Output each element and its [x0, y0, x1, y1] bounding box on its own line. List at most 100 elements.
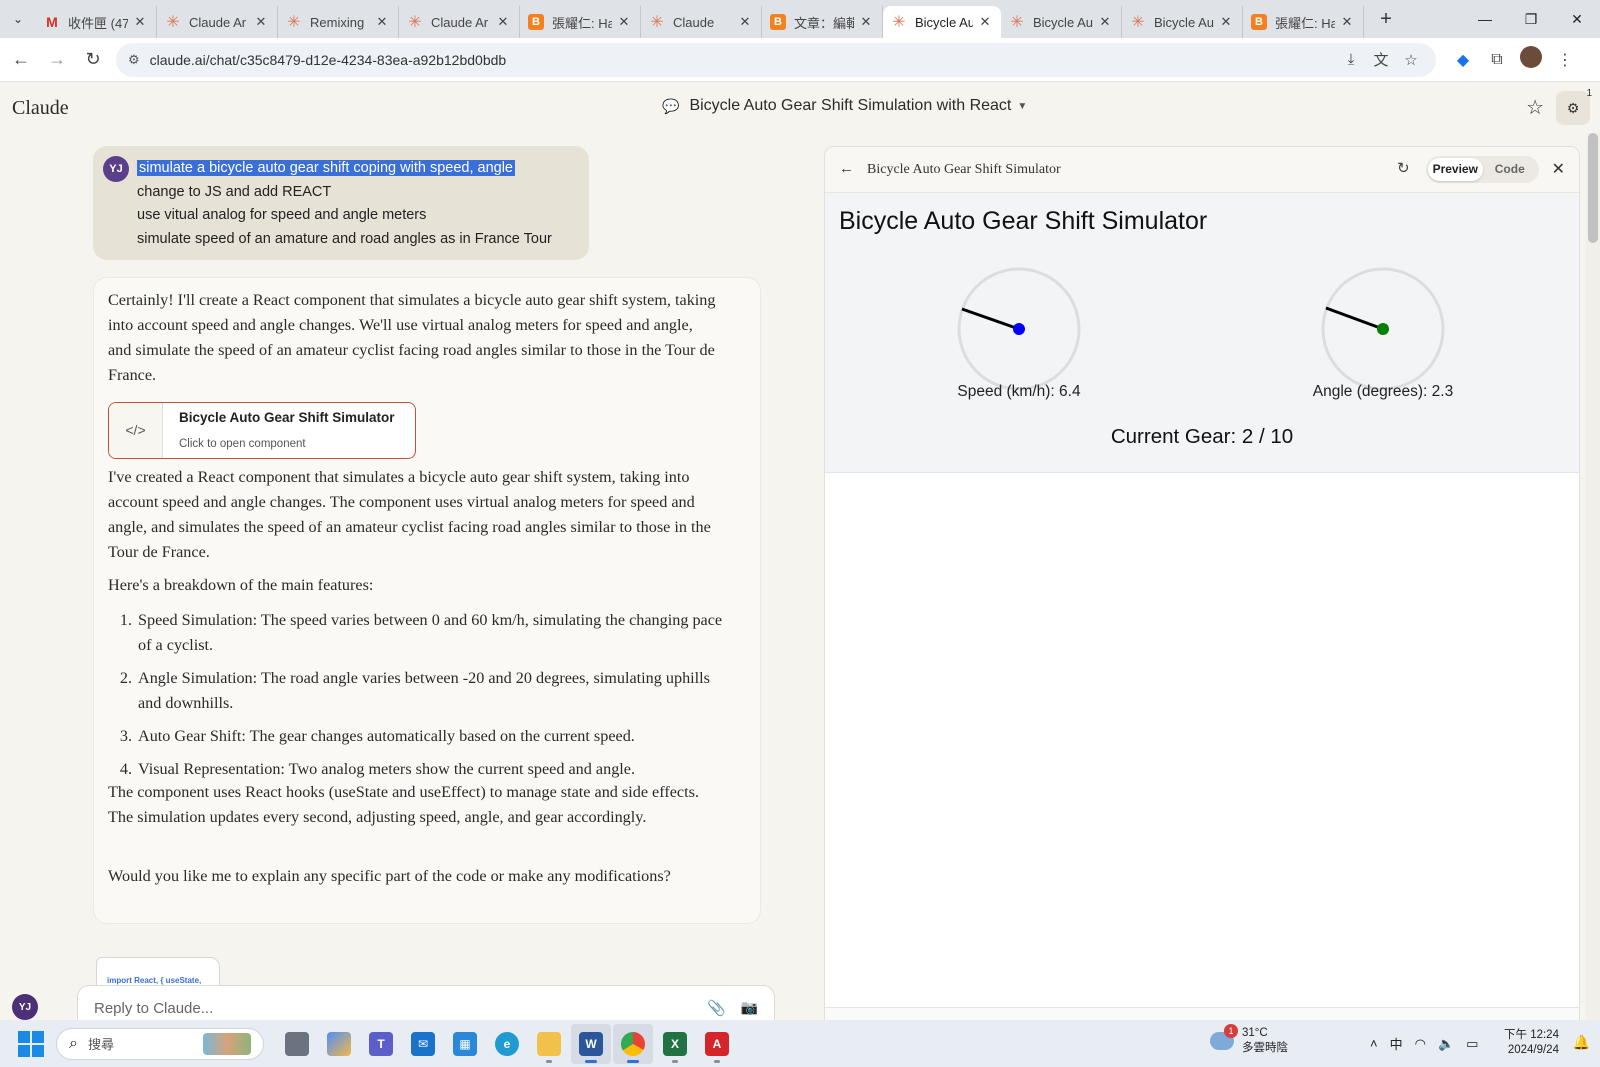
edge-icon[interactable]: e [487, 1024, 527, 1064]
claude-icon: ✳ [1010, 14, 1024, 31]
tab-close-icon[interactable]: ✕ [977, 14, 993, 30]
browser-tab[interactable]: ✳ Bicycle Au ✕ [1001, 6, 1122, 38]
word-icon[interactable]: W [571, 1023, 611, 1064]
reply-input[interactable]: Reply to Claude... 📎 📷 [77, 985, 775, 1025]
minimize-button[interactable]: — [1462, 0, 1508, 38]
blogger-icon: B [1251, 14, 1267, 30]
forward-button[interactable]: → [42, 45, 72, 75]
wifi-icon[interactable]: ◠ [1415, 1036, 1426, 1052]
assistant-paragraph: Here's a breakdown of the main features: [108, 576, 374, 594]
tab-code[interactable]: Code [1483, 158, 1538, 181]
brand-logo[interactable]: Claude [12, 97, 69, 120]
new-tab-button[interactable]: + [1372, 5, 1400, 33]
tab-close-icon[interactable]: ✕ [132, 14, 148, 30]
browser-tab[interactable]: B 張耀仁: Ha ✕ [520, 6, 641, 38]
app-header: Claude 💬 Bicycle Auto Gear Shift Simulat… [0, 83, 1600, 133]
acrobat-icon[interactable]: A [697, 1024, 737, 1064]
mail-icon[interactable]: ✉ [403, 1024, 443, 1064]
tab-preview[interactable]: Preview [1428, 158, 1483, 181]
volume-icon[interactable]: 🔈 [1438, 1036, 1454, 1052]
tab-close-icon[interactable]: ✕ [374, 14, 390, 30]
clock-date: 2024/9/24 [1507, 1044, 1559, 1056]
code-icon: </> [109, 403, 163, 458]
browser-tab[interactable]: ✳ Bicycle Au ✕ [883, 6, 1001, 38]
tab-title: Bicycle Au [915, 14, 973, 30]
user-message-text: simulate a bicycle auto gear shift copin… [137, 157, 552, 251]
tab-close-icon[interactable]: ✕ [1218, 14, 1234, 30]
list-item: 4. Visual Representation: Two analog mete… [119, 760, 636, 778]
browser-tab[interactable]: ✳ Claude Ar ✕ [399, 6, 520, 38]
attach-paperclip-icon[interactable]: 📎 [707, 999, 726, 1017]
back-arrow-icon[interactable]: ← [839, 160, 854, 177]
tab-title: Claude [673, 14, 715, 30]
tab-close-icon[interactable]: ✕ [858, 14, 874, 30]
install-app-icon[interactable]: ⤓ [1338, 51, 1364, 68]
browser-tab[interactable]: ✳ Claude Ar ✕ [157, 6, 278, 38]
store-icon[interactable]: ▦ [445, 1024, 485, 1064]
copilot-icon[interactable] [319, 1024, 359, 1064]
page-scrollbar[interactable] [1586, 133, 1600, 1020]
tab-close-icon[interactable]: ✕ [737, 14, 753, 30]
notification-bell-icon[interactable]: 🔔 [1573, 1034, 1590, 1051]
browser-tab[interactable]: ✳ Claude ✕ [641, 6, 762, 38]
tab-close-icon[interactable]: ✕ [1339, 14, 1355, 30]
extension-icon[interactable]: ◆ [1446, 50, 1480, 70]
tab-close-icon[interactable]: ✕ [495, 14, 511, 30]
feature-list: 1. Speed Simulation: The speed varies bet… [108, 608, 728, 790]
ime-indicator[interactable]: 中 [1390, 1034, 1403, 1053]
browser-tab[interactable]: B 張耀仁: Ha ✕ [1243, 6, 1364, 38]
assistant-paragraph: I've created a React component that simu… [108, 468, 711, 561]
chat-title-dropdown[interactable]: 💬 Bicycle Auto Gear Shift Simulation wit… [662, 97, 1027, 115]
close-window-button[interactable]: ✕ [1554, 0, 1600, 38]
close-icon[interactable]: ✕ [1552, 159, 1565, 179]
user-line-selected: simulate a bicycle auto gear shift copin… [137, 160, 515, 176]
camera-icon[interactable]: 📷 [741, 999, 758, 1016]
scrollbar-thumb[interactable] [1588, 133, 1598, 243]
chevron-up-icon[interactable]: ˄ [1370, 1036, 1378, 1051]
refresh-icon[interactable]: ↻ [1397, 159, 1410, 177]
url-text[interactable]: claude.ai/chat/c35c8479-d12e-4234-83ea-a… [150, 52, 1334, 68]
browser-tab-strip: ⌄ M 收件匣 (47 ✕ ✳ Claude Ar ✕ ✳ Remixing ✕ ✳ Claude … [0, 0, 1600, 38]
cloud-icon: 1 [1210, 1024, 1238, 1050]
battery-icon[interactable]: ▭ [1466, 1036, 1478, 1052]
teams-icon[interactable]: T [361, 1024, 401, 1064]
translate-icon[interactable]: 文 [1368, 49, 1394, 70]
site-info-icon[interactable]: ⚙ [128, 52, 140, 68]
windows-start-icon[interactable] [18, 1030, 44, 1057]
artifact-preview: Bicycle Auto Gear Shift Simulator Speed … [825, 193, 1579, 473]
account-avatar[interactable]: YJ [12, 994, 38, 1020]
taskbar-search[interactable]: ⌕ 搜尋 [56, 1027, 264, 1060]
profile-avatar[interactable] [1514, 46, 1548, 73]
artifact-header: ← Bicycle Auto Gear Shift Simulator ↻ Pr… [825, 147, 1579, 193]
browser-tab[interactable]: M 收件匣 (47 ✕ [36, 6, 157, 38]
clock[interactable]: 下午 12:24 2024/9/24 [1504, 1028, 1559, 1058]
search-placeholder: 搜尋 [87, 1037, 114, 1052]
restore-button[interactable]: ❐ [1508, 0, 1554, 38]
excel-icon[interactable]: X [655, 1024, 695, 1064]
weather-widget[interactable]: 1 31°C 多雲時陰 [1210, 1024, 1288, 1056]
browser-tab[interactable]: ✳ Remixing ✕ [278, 6, 399, 38]
user-line: use vitual analog for speed and angle me… [137, 207, 427, 223]
tab-close-icon[interactable]: ✕ [253, 14, 269, 30]
reload-button[interactable]: ↻ [78, 45, 108, 75]
chat-settings-button[interactable]: ⚙ [1556, 91, 1590, 125]
toolbar-actions: ◆ ⧉ ⋮ [1446, 46, 1582, 73]
star-chat-icon[interactable]: ☆ [1526, 95, 1544, 120]
bookmark-star-icon[interactable]: ☆ [1398, 51, 1424, 69]
extensions-puzzle-icon[interactable]: ⧉ [1480, 51, 1514, 69]
chrome-icon[interactable] [613, 1023, 653, 1064]
chat-bubble-icon: 💬 [662, 97, 680, 114]
tab-close-icon[interactable]: ✕ [616, 14, 632, 30]
browser-tab[interactable]: ✳ Bicycle Au ✕ [1122, 6, 1243, 38]
back-button[interactable]: ← [6, 45, 36, 75]
tab-title: 張耀仁: Ha [1275, 15, 1335, 31]
browser-menu-icon[interactable]: ⋮ [1548, 50, 1582, 70]
browser-tab[interactable]: B 文章：編輯 ✕ [762, 6, 883, 38]
address-bar[interactable]: ⚙ claude.ai/chat/c35c8479-d12e-4234-83ea… [116, 42, 1436, 77]
file-explorer-icon[interactable] [529, 1024, 569, 1064]
browser-toolbar: ← → ↻ ⚙ claude.ai/chat/c35c8479-d12e-423… [0, 38, 1600, 82]
task-view-icon[interactable] [277, 1024, 317, 1064]
artifact-card[interactable]: </> Bicycle Auto Gear Shift Simulator Cl… [108, 402, 416, 459]
tab-search-button[interactable]: ⌄ [6, 7, 30, 31]
tab-close-icon[interactable]: ✕ [1097, 14, 1113, 30]
